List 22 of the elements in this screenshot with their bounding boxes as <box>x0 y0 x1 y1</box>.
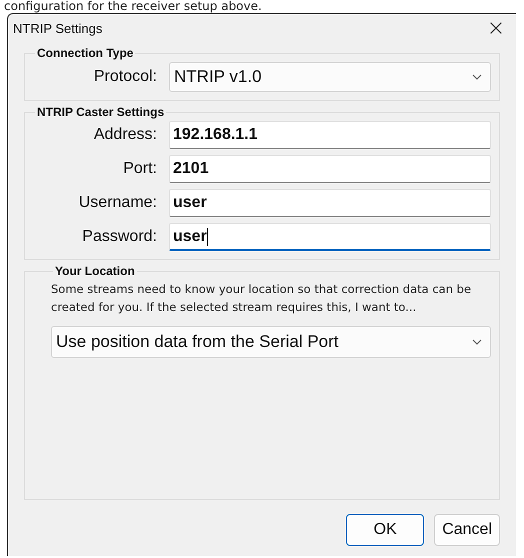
dialog-button[interactable]: Cancel <box>434 514 500 546</box>
protocol-dropdown[interactable]: NTRIP v1.0 <box>169 62 491 92</box>
field-label: Password: <box>81 228 158 246</box>
input-field[interactable]: 2101 <box>169 155 491 183</box>
input-field[interactable]: user <box>169 189 491 217</box>
close-button[interactable]: × <box>476 14 516 42</box>
background-text: configuration for the receiver setup above. <box>3 0 263 13</box>
chevron-icon <box>472 339 482 345</box>
dialog-button[interactable]: OK <box>346 514 424 546</box>
chevron-icon <box>472 74 482 80</box>
field-label: Address: <box>92 126 158 144</box>
description-text: Some streams need to know your location so that correction data can be created for you. If the selected stream requires this, I want to... <box>51 281 472 316</box>
field-label: Port: <box>122 160 158 178</box>
field-label: Username: <box>78 194 158 212</box>
group-title: NTRIP Caster Settings <box>36 105 166 119</box>
group-title: Connection Type <box>36 46 134 60</box>
group-title: Your Location <box>54 264 136 278</box>
input-field[interactable]: 192.168.1.1 <box>169 121 491 149</box>
window-title: NTRIP Settings <box>13 20 102 36</box>
input-field[interactable]: user <box>169 223 491 251</box>
field-label: Protocol: <box>92 68 158 86</box>
location-dropdown[interactable]: Use position data from the Serial Port <box>51 326 491 358</box>
